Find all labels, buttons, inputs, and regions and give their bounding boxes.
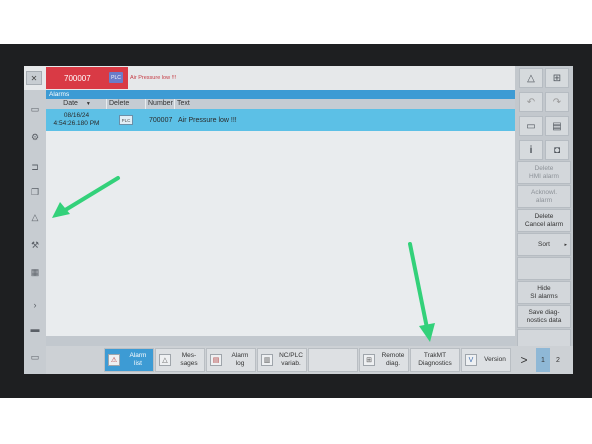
row-date: 08/16/24 4:54:26.180 PM [53, 112, 100, 127]
alarm-number: 700007 [64, 73, 91, 83]
row-text: Air Pressure low !!! [178, 116, 237, 124]
machine-icon[interactable]: ✕ [26, 71, 42, 85]
dial-icon[interactable]: ⊞ [545, 68, 569, 88]
left-pointer-arrow [52, 176, 120, 218]
delete-cancel-alarm-button[interactable]: Delete Cancel alarm [517, 209, 571, 232]
horizontal-scrollbar[interactable] [46, 336, 515, 346]
submenu-arrow-icon: ▸ [564, 241, 567, 248]
acknowledge-alarm-button[interactable]: Acknowl. alarm [517, 185, 571, 208]
nc-plc-variables-softkey[interactable]: ▥ NC/PLC variab. [257, 348, 307, 372]
right-softkey-column: △ ⊞ ↶ ↷ ▭ ▤ i ◘ Delete HMI alarm Acknowl… [515, 66, 573, 374]
delete-hmi-alarm-button[interactable]: Delete HMI alarm [517, 161, 571, 184]
page-1-button[interactable]: 1 [536, 348, 550, 372]
page-2-button[interactable]: 2 [551, 348, 565, 372]
col-delete[interactable]: Delete [107, 99, 146, 109]
startup-icon[interactable]: ▦ [27, 265, 43, 279]
keyboard-icon[interactable]: ▭ [519, 116, 543, 136]
alarm-list-icon: ⚠ [108, 354, 120, 366]
version-softkey[interactable]: V Version [461, 348, 511, 372]
save-diagnostics-button[interactable]: Save diag- nostics data [517, 305, 571, 328]
col-date[interactable]: Date ▼ [46, 99, 107, 109]
camera-icon[interactable]: ◘ [545, 140, 569, 160]
plc-chip: PLC [119, 115, 133, 125]
undo-icon[interactable]: ↶ [519, 92, 543, 112]
hide-si-alarms-button[interactable]: Hide SI alarms [517, 281, 571, 304]
variables-icon: ▥ [261, 354, 273, 366]
wrench-icon[interactable]: ⚒ [27, 238, 43, 252]
empty-softkey[interactable] [308, 348, 358, 372]
next-page-button[interactable]: > [513, 348, 535, 372]
messages-icon: △ [159, 354, 171, 366]
trakmt-diagnostics-softkey[interactable]: TrakMT Diagnostics [410, 348, 460, 372]
alarm-warning-icon[interactable]: △ [519, 68, 543, 88]
alarm-warning-icon[interactable]: △ [27, 210, 43, 224]
col-number[interactable]: Number [146, 99, 175, 109]
alarm-message: Air Pressure low !!! [130, 75, 177, 81]
table-row[interactable]: 08/16/24 4:54:26.180 PM PLC 700007 Air P… [46, 109, 515, 131]
alarm-list-softkey[interactable]: ⚠ Alarm list [104, 348, 154, 372]
plc-chip: PLC [109, 72, 123, 83]
alarm-log-softkey[interactable]: ▤ Alarm log [206, 348, 256, 372]
redo-icon[interactable]: ↷ [545, 92, 569, 112]
alarm-log-icon: ▤ [210, 354, 222, 366]
calculator-icon[interactable]: ▤ [545, 116, 569, 136]
sort-button[interactable]: Sort ▸ [517, 233, 571, 256]
version-icon: V [465, 354, 477, 366]
col-text[interactable]: Text [175, 99, 515, 109]
keyboard-icon[interactable]: ▬ [27, 322, 43, 336]
panel-title: Alarms [46, 90, 515, 99]
alarm-header-bar: ✕ 700007 PLC Air Pressure low !!! [24, 66, 573, 90]
empty-softkey[interactable] [517, 257, 571, 280]
settings-icon[interactable]: ⚙ [27, 130, 43, 144]
bottom-softkey-bar: ⚠ Alarm list △ Mes- sages ▤ Alarm log ▥ … [46, 346, 573, 374]
row-delete: PLC [107, 109, 146, 131]
remote-diagnosis-icon: ⊞ [363, 354, 375, 366]
info-icon[interactable]: i [519, 140, 543, 160]
reset-icon[interactable]: ▭ [27, 102, 43, 116]
menu-icon[interactable]: ▭ [27, 350, 43, 364]
row-number: 700007 [149, 116, 173, 124]
copy-icon[interactable]: ❐ [27, 185, 43, 199]
messages-softkey[interactable]: △ Mes- sages [155, 348, 205, 372]
remote-diagnosis-softkey[interactable]: ⊞ Remote diag. [359, 348, 409, 372]
program-icon[interactable]: ⊐ [27, 160, 43, 174]
expand-icon[interactable]: › [27, 298, 43, 312]
left-icon-column: ▭ ⚙ ⊐ ❐ △ ⚒ ▦ › ▬ ▭ [24, 90, 46, 374]
sort-down-icon: ▼ [85, 101, 91, 107]
bottom-pointer-arrow [408, 242, 435, 342]
table-header: Date ▼ Delete Number Text [46, 99, 515, 109]
